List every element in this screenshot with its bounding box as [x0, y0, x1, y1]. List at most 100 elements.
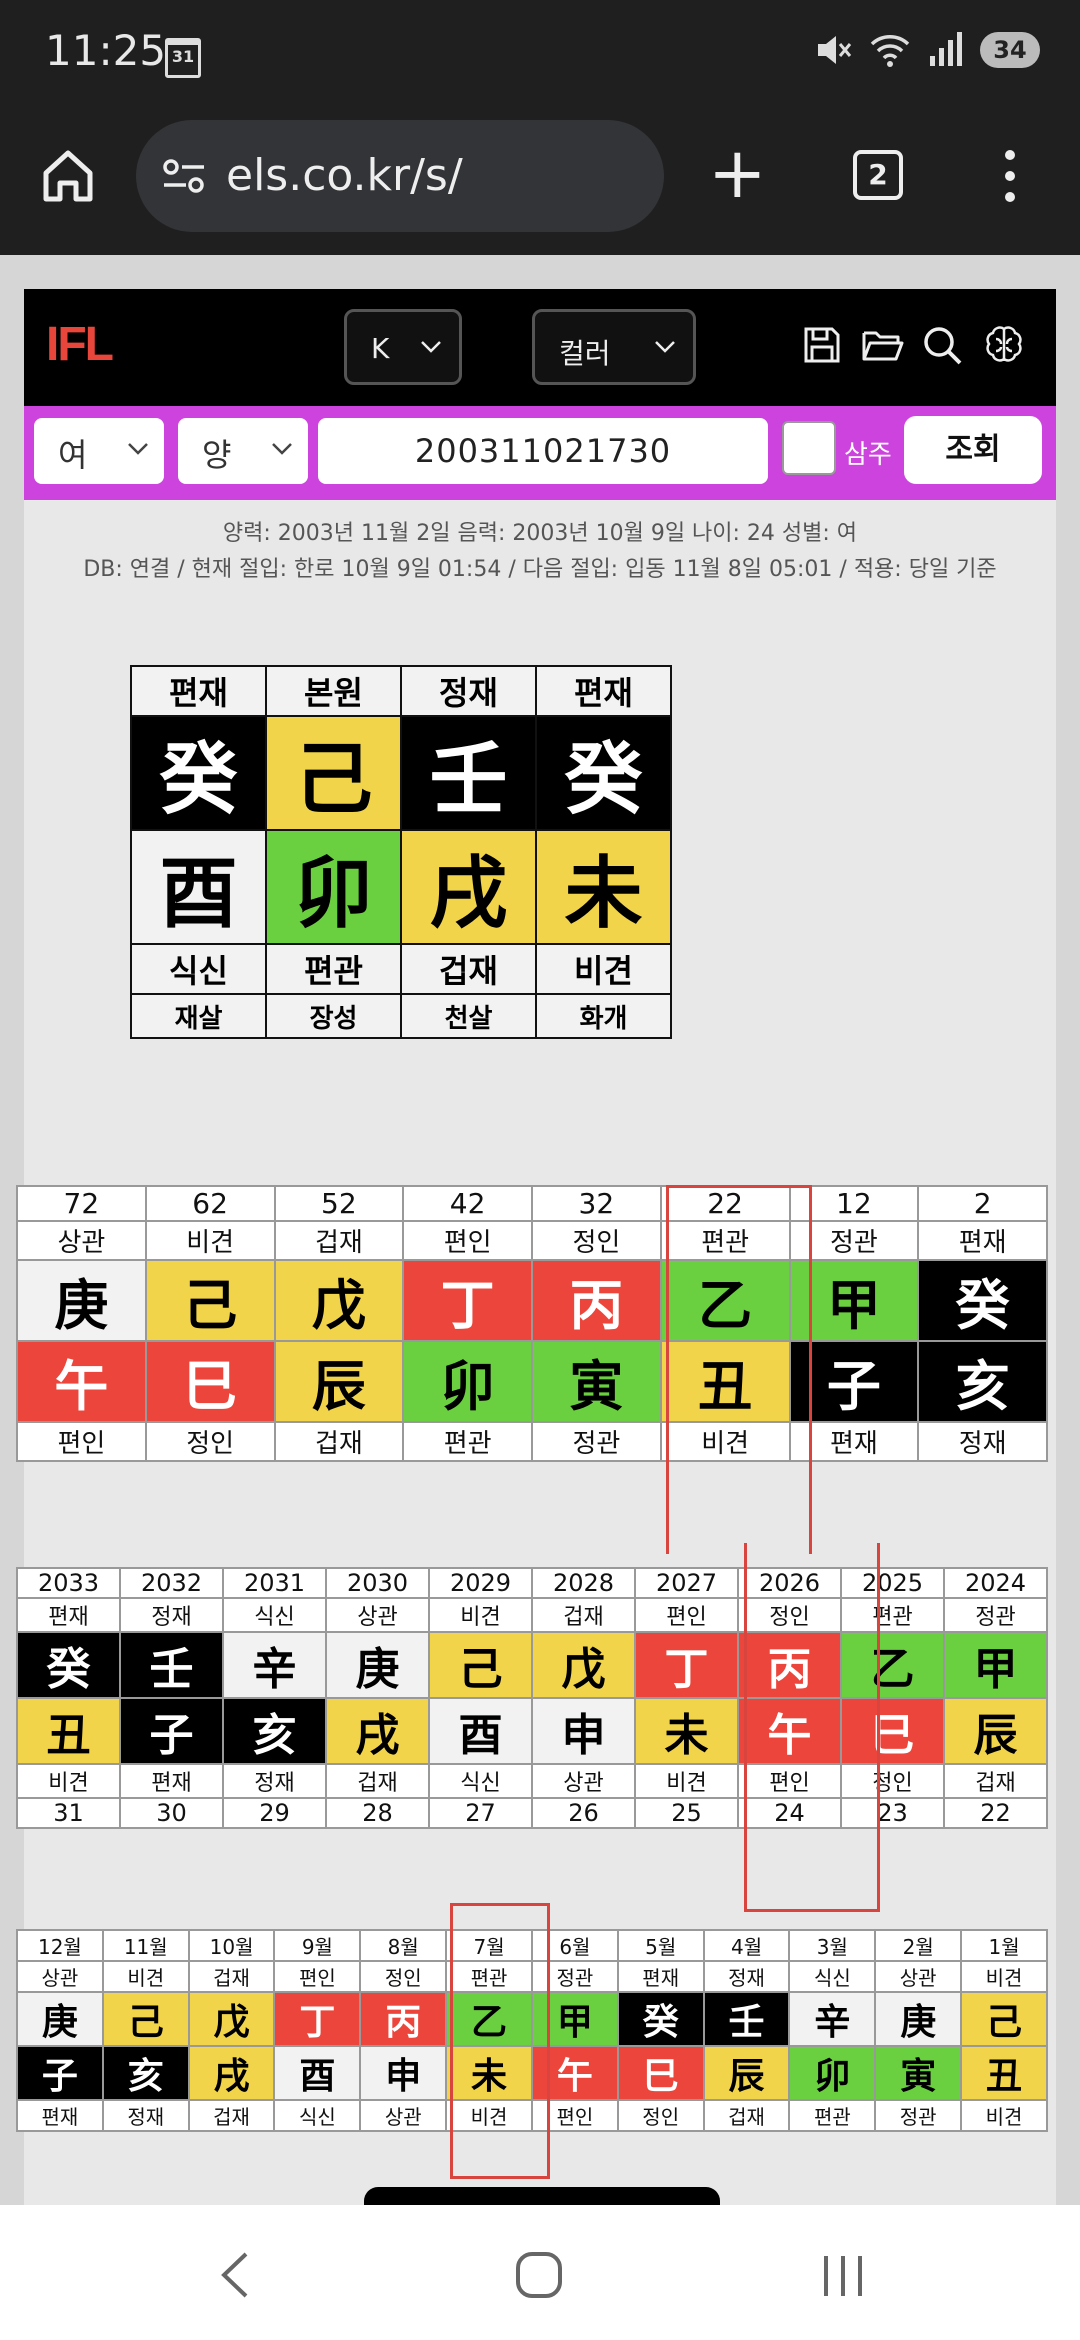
monthly-stem: 己 — [960, 1991, 1048, 2047]
pillar-branch: 酉 — [130, 829, 267, 945]
monthly-branch: 未 — [445, 2045, 533, 2101]
samju-checkbox[interactable] — [782, 421, 836, 475]
daeun-bottom-label: 편재 — [788, 1421, 920, 1462]
tab-switcher-button[interactable]: 2 — [853, 150, 903, 200]
yearly-bottom-label: 정인 — [840, 1763, 945, 1799]
yearly-year: 2029 — [428, 1567, 533, 1599]
yearly-age: 31 — [16, 1797, 121, 1829]
yearly-age: 23 — [840, 1797, 945, 1829]
search-button[interactable]: 조회 — [904, 416, 1042, 484]
wifi-icon — [870, 35, 910, 67]
pillar-branch: 未 — [535, 829, 672, 945]
site-settings-icon[interactable] — [162, 158, 206, 194]
pillar-top-label: 정재 — [400, 665, 537, 717]
yearly-bottom-label: 겁재 — [325, 1763, 430, 1799]
monthly-month: 4월 — [702, 1929, 791, 1962]
pillar-bottom-label: 겁재 — [400, 943, 537, 995]
yearly-top-label: 상관 — [325, 1597, 430, 1633]
monthly-top-label: 정관 — [530, 1960, 619, 1993]
chevron-down-icon — [272, 443, 292, 455]
daeun-age: 72 — [16, 1185, 147, 1222]
monthly-month: 11월 — [101, 1929, 190, 1962]
monthly-branch: 午 — [530, 2045, 619, 2101]
yearly-age: 30 — [119, 1797, 224, 1829]
theme-select[interactable]: 컬러 — [532, 309, 696, 385]
monthly-branch: 丑 — [960, 2045, 1048, 2101]
yearly-stem: 乙 — [840, 1631, 945, 1699]
monthly-month: 1월 — [960, 1929, 1048, 1962]
daeun-branch: 子 — [788, 1340, 920, 1423]
yearly-branch: 酉 — [428, 1697, 533, 1765]
yearly-year: 2032 — [119, 1567, 224, 1599]
save-icon[interactable] — [800, 323, 844, 367]
monthly-top-label: 상관 — [874, 1960, 963, 1993]
url-field[interactable]: els.co.kr/s/ — [136, 120, 664, 232]
floating-bar[interactable] — [364, 2187, 720, 2205]
more-menu-icon[interactable] — [1005, 150, 1015, 213]
monthly-stem: 庚 — [874, 1991, 963, 2047]
search-icon[interactable] — [920, 323, 964, 367]
monthly-branch: 巳 — [616, 2045, 705, 2101]
browser-toolbar: els.co.kr/s/ + 2 — [0, 100, 1080, 255]
yearly-branch: 亥 — [222, 1697, 327, 1765]
monthly-month: 9월 — [273, 1929, 362, 1962]
monthly-branch: 卯 — [788, 2045, 877, 2101]
yearly-bottom-label: 겁재 — [943, 1763, 1048, 1799]
yearly-top-label: 정인 — [737, 1597, 842, 1633]
daeun-top-label: 정인 — [531, 1220, 662, 1261]
status-icons: 34 — [812, 30, 1040, 70]
yearly-age: 22 — [943, 1797, 1048, 1829]
four-pillars-table: 편재 본원 정재 편재 癸己壬癸 酉卯戌未 식신 편관 겁재 비견 재살 장성 천살 화개 — [130, 665, 672, 1039]
monthly-top-label: 식신 — [788, 1960, 877, 1993]
calendar-type-select[interactable]: 양 — [178, 418, 308, 484]
gender-value: 여 — [58, 436, 88, 474]
monthly-month: 6월 — [530, 1929, 619, 1962]
brain-icon[interactable] — [982, 323, 1026, 367]
monthly-bottom-label: 정관 — [874, 2099, 963, 2132]
pillar-extra-label: 화개 — [535, 993, 672, 1039]
pillar-stem: 癸 — [535, 715, 672, 831]
home-icon[interactable] — [38, 145, 98, 205]
monthly-branch: 亥 — [101, 2045, 190, 2101]
monthly-stem: 癸 — [616, 1991, 705, 2047]
daeun-table: 72 62 52 42 32 22 12 2 상관 비견 겁재 편인 정인 편관 정관 편재 庚己戊丁丙乙甲癸午… — [16, 1185, 1048, 1462]
language-value: K — [371, 332, 390, 365]
daeun-stem: 戊 — [273, 1259, 405, 1342]
back-icon[interactable] — [216, 2250, 256, 2300]
monthly-bottom-label: 상관 — [359, 2099, 448, 2132]
daeun-bottom-label: 정인 — [144, 1421, 276, 1462]
yearly-bottom-label: 비견 — [634, 1763, 739, 1799]
monthly-top-label: 상관 — [16, 1960, 104, 1993]
daeun-branch: 丑 — [659, 1340, 791, 1423]
battery-icon: 34 — [980, 32, 1040, 68]
daeun-stem: 甲 — [788, 1259, 920, 1342]
pillar-branch: 卯 — [265, 829, 402, 945]
daeun-age: 12 — [788, 1185, 920, 1222]
pillar-stem: 癸 — [130, 715, 267, 831]
monthly-branch: 酉 — [273, 2045, 362, 2101]
status-bar: 11:25 31 34 — [0, 0, 1080, 100]
folder-open-icon[interactable] — [860, 323, 904, 367]
monthly-bottom-label: 편관 — [788, 2099, 877, 2132]
yearly-year: 2025 — [840, 1567, 945, 1599]
gender-select[interactable]: 여 — [34, 418, 164, 484]
birth-datetime-input[interactable]: 200311021730 — [318, 418, 768, 484]
yearly-stem: 甲 — [943, 1631, 1048, 1699]
yearly-stem: 丙 — [737, 1631, 842, 1699]
monthly-month: 5월 — [616, 1929, 705, 1962]
status-time: 11:25 — [45, 26, 167, 75]
recents-icon[interactable] — [818, 2250, 868, 2300]
monthly-top-label: 편재 — [616, 1960, 705, 1993]
yearly-stem: 丁 — [634, 1631, 739, 1699]
daeun-branch: 卯 — [402, 1340, 533, 1423]
monthly-bottom-label: 식신 — [273, 2099, 362, 2132]
new-tab-button[interactable]: + — [708, 138, 767, 208]
yearly-year: 2030 — [325, 1567, 430, 1599]
yearly-year: 2026 — [737, 1567, 842, 1599]
home-nav-icon[interactable] — [514, 2250, 564, 2300]
daeun-top-label: 비견 — [144, 1220, 276, 1261]
pillar-bottom-label: 식신 — [130, 943, 267, 995]
yearly-stem: 壬 — [119, 1631, 224, 1699]
yearly-branch: 丑 — [16, 1697, 121, 1765]
language-select[interactable]: K — [344, 309, 462, 385]
